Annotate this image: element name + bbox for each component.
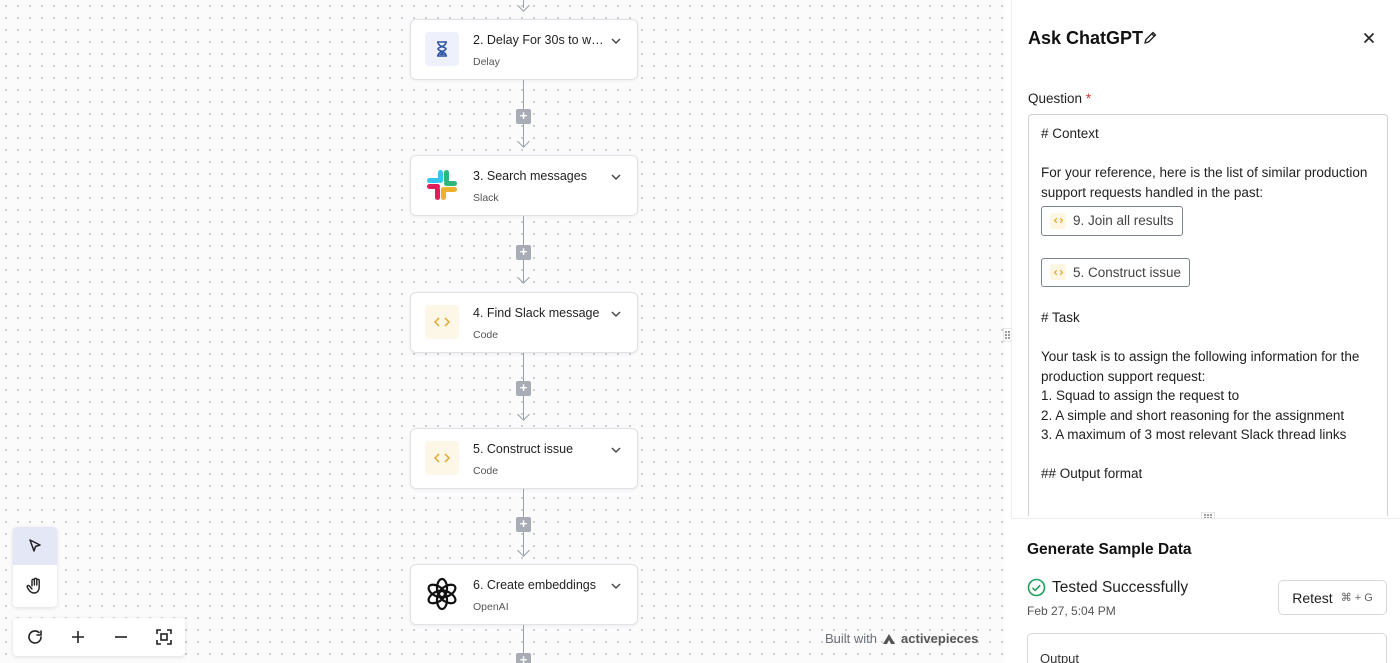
step-subtitle: OpenAI [473,601,509,613]
step-title: 5. Construct issue [473,442,574,456]
zoom-toolbar [13,618,185,656]
output-label: Output [1040,651,1080,663]
chip-label: 9. Join all results [1073,213,1174,228]
code-icon [1050,212,1066,229]
edit-pencil-icon[interactable] [1142,30,1158,46]
code-icon [1050,264,1066,281]
code-icon [425,305,459,339]
built-with-text: Built with [825,631,878,646]
chevron-down-icon[interactable] [609,307,623,321]
zoom-out-button[interactable] [99,618,142,656]
step-title: 4. Find Slack message [473,306,600,320]
editor-line: # Context [1041,126,1099,141]
cursor-arrow-icon [29,539,41,552]
test-timestamp: Feb 27, 5:04 PM [1027,604,1116,618]
slack-logo-icon [425,168,459,202]
add-step-button[interactable]: + [516,381,531,396]
step-card-create-embeddings[interactable]: 6. Create embeddings OpenAI [410,564,638,625]
activepieces-logo-icon [883,633,896,644]
step-subtitle: Code [473,465,499,477]
chevron-down-icon[interactable] [609,170,623,184]
step-card-search-messages[interactable]: 3. Search messages Slack [410,155,638,216]
editor-line: Your task is to assign the following inf… [1041,349,1360,384]
test-status-text: Tested Successfully [1052,578,1189,596]
hourglass-icon [425,32,459,66]
panel-title[interactable]: Ask ChatGPT [1028,28,1143,49]
add-step-button[interactable]: + [516,245,531,260]
step-title: 2. Delay For 30s to wai... [473,33,608,47]
code-icon [425,441,459,475]
editor-line: 2. A simple and short reasoning for the … [1041,407,1345,423]
select-tool-button[interactable] [13,527,57,565]
refresh-icon [27,630,42,644]
flow-canvas[interactable]: 2. Delay For 30s to wai... Delay + 3. Se… [0,0,1005,663]
zoom-in-button[interactable] [56,618,99,656]
question-editor[interactable]: # Context For your reference, here is th… [1028,114,1388,516]
required-mark: * [1085,91,1092,106]
add-step-button[interactable]: + [516,653,531,663]
check-circle-icon [1027,578,1046,597]
arrow-head [517,544,530,557]
sample-data-title: Generate Sample Data [1027,541,1192,558]
add-step-button[interactable]: + [516,517,531,532]
step-subtitle: Slack [473,192,499,204]
openai-logo-icon [425,577,459,611]
hand-icon [26,577,40,594]
reset-view-button[interactable] [13,618,56,656]
editor-line: For your reference, here is the list of … [1041,165,1368,200]
step-card-delay[interactable]: 2. Delay For 30s to wai... Delay [410,19,638,80]
test-status: Tested Successfully [1027,578,1188,597]
output-box: Output [1027,633,1387,663]
arrow-head [517,135,530,148]
variable-chip-construct-issue[interactable]: 5. Construct issue [1041,257,1191,287]
close-icon[interactable] [1361,30,1377,46]
built-with-footer[interactable]: Built with activepieces [825,631,978,646]
variable-chip-join-results[interactable]: 9. Join all results [1041,206,1183,236]
editor-line: 3. A maximum of 3 most relevant Slack th… [1041,427,1347,442]
sample-data-section: Generate Sample Data Tested Successfully… [1011,518,1400,663]
step-subtitle: Delay [473,56,500,68]
plus-icon [71,631,84,643]
arrow-head [517,0,530,12]
step-title: 3. Search messages [473,169,587,183]
brand-name: activepieces [901,631,979,646]
chevron-down-icon[interactable] [609,579,623,593]
question-label: Question * [1028,91,1091,106]
step-card-construct-issue[interactable]: 5. Construct issue Code [410,428,638,489]
arrow-head [517,408,530,421]
step-subtitle: Code [473,329,499,341]
arrow-head [517,271,530,284]
editor-line: # Task [1041,310,1080,325]
retest-button[interactable]: Retest ⌘ + G [1278,580,1387,615]
canvas-mode-toolbar [13,527,57,607]
add-step-button[interactable]: + [516,109,531,124]
minus-icon [114,636,127,638]
chip-label: 5. Construct issue [1073,264,1182,280]
editor-line: 1. Squad to assign the request to [1041,388,1240,403]
chevron-down-icon[interactable] [609,34,623,48]
question-label-text: Question [1028,91,1083,106]
chevron-down-icon[interactable] [609,443,623,457]
retest-label: Retest [1292,589,1333,606]
editor-line: ## Output format [1041,466,1143,481]
keyboard-shortcut: ⌘ + G [1340,592,1373,604]
pan-tool-button[interactable] [13,567,57,605]
step-title: 6. Create embeddings [473,578,596,592]
step-card-find-slack-message[interactable]: 4. Find Slack message Code [410,292,638,353]
fit-view-button[interactable] [142,618,185,656]
fit-screen-icon [155,629,172,645]
